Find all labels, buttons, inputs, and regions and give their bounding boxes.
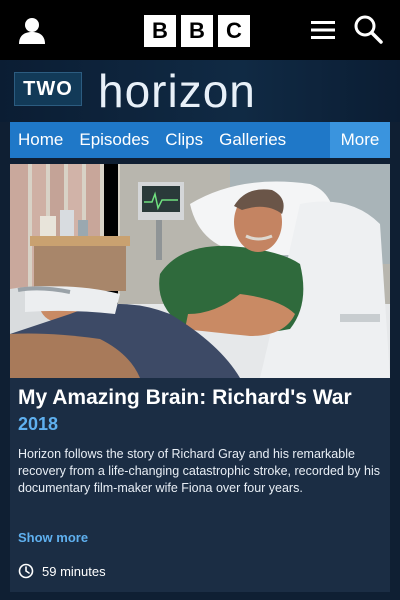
brand-title[interactable]: horizon <box>98 64 256 118</box>
duration-text: 59 minutes <box>42 563 106 579</box>
episode-year: 2018 <box>18 414 59 434</box>
search-button[interactable] <box>353 14 383 44</box>
hospital-patient-photo <box>10 164 390 378</box>
bbc-logo-letter: C <box>218 15 250 47</box>
hamburger-menu-icon <box>311 21 335 39</box>
episode-card: My Amazing Brain: Richard's War 2018 Hor… <box>10 164 390 592</box>
bbc-logo-letter: B <box>181 15 213 47</box>
show-more-link[interactable]: Show more <box>18 530 88 545</box>
bbc-topbar: B B C <box>0 0 400 60</box>
nav-item-home[interactable]: Home <box>10 122 71 158</box>
nav-item-clips[interactable]: Clips <box>157 122 211 158</box>
episode-title[interactable]: My Amazing Brain: Richard's War <box>18 386 382 410</box>
account-button[interactable] <box>16 14 48 46</box>
bbc-two-logo[interactable]: TWO <box>14 72 82 106</box>
episode-image[interactable] <box>10 164 390 378</box>
search-icon <box>354 15 383 44</box>
bbc-logo[interactable]: B B C <box>144 15 250 47</box>
menu-button[interactable] <box>310 17 336 43</box>
clock-icon <box>18 563 34 579</box>
episode-duration: 59 minutes <box>18 563 106 579</box>
nav-item-episodes[interactable]: Episodes <box>71 122 157 158</box>
bbc-logo-letter: B <box>144 15 176 47</box>
nav-more-button[interactable]: More <box>330 122 390 158</box>
nav-item-galleries[interactable]: Galleries <box>211 122 294 158</box>
episode-description: Horizon follows the story of Richard Gra… <box>18 447 380 495</box>
person-icon <box>19 18 45 44</box>
brand-header: TWO horizon <box>0 60 400 122</box>
programme-nav: Home Episodes Clips Galleries More <box>10 122 390 158</box>
